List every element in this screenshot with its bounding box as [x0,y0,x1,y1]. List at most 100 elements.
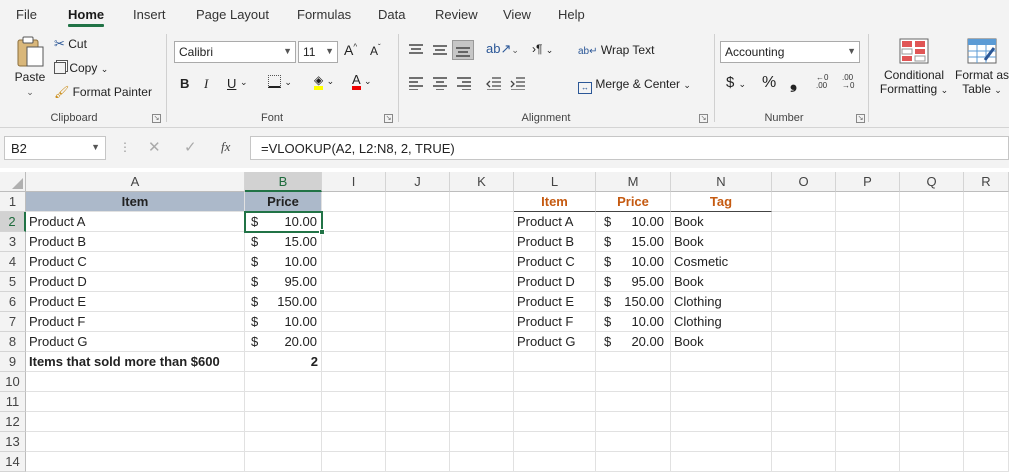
lookup-row-price[interactable]: $10.00 [596,212,671,232]
font-color-button[interactable]: A ⌄ [352,73,372,90]
orientation-icon[interactable]: ab↗⌄ [486,41,519,57]
empty-cell[interactable] [386,192,450,212]
align-top-icon[interactable] [408,43,424,57]
increase-font-icon[interactable]: A^ [344,42,357,58]
empty-cell[interactable] [245,432,322,452]
empty-cell[interactable] [671,352,772,372]
tab-home[interactable]: Home [68,7,105,27]
row-header-13[interactable]: 13 [0,432,26,452]
row-header-11[interactable]: 11 [0,392,26,412]
paste-dropdown-icon[interactable]: ⌄ [26,87,34,97]
select-all-corner[interactable] [0,172,26,192]
number-format-select[interactable]: Accounting ▼ [720,41,860,63]
tab-page-layout[interactable]: Page Layout [196,7,269,22]
empty-cell[interactable] [836,252,900,272]
lookup-row-item[interactable]: Product A [514,212,596,232]
percent-button[interactable]: % [762,74,776,92]
decrease-indent-icon[interactable] [486,76,502,90]
bold-button[interactable]: B [180,76,189,91]
empty-cell[interactable] [514,352,596,372]
empty-cell[interactable] [964,272,1009,292]
decrease-font-icon[interactable]: Aˇ [370,43,381,58]
empty-cell[interactable] [836,332,900,352]
empty-cell[interactable] [386,332,450,352]
empty-cell[interactable] [596,392,671,412]
cancel-icon[interactable]: ✕ [148,138,161,156]
tab-data[interactable]: Data [378,7,405,22]
empty-cell[interactable] [900,192,964,212]
copy-button[interactable]: Copy ⌄ [54,61,108,75]
lookup-row-tag[interactable]: Cosmetic [671,252,772,272]
lookup-row-item[interactable]: Product B [514,232,596,252]
empty-cell[interactable] [772,332,836,352]
empty-cell[interactable] [836,352,900,372]
text-direction-icon[interactable]: ›¶ ⌄ [532,42,553,56]
empty-cell[interactable] [514,412,596,432]
lookup-row-tag[interactable]: Book [671,212,772,232]
tab-view[interactable]: View [503,7,531,22]
empty-cell[interactable] [322,252,386,272]
row-header-1[interactable]: 1 [0,192,26,212]
row-header-2[interactable]: 2 [0,212,26,232]
row-header-10[interactable]: 10 [0,372,26,392]
empty-cell[interactable] [772,432,836,452]
row-header-6[interactable]: 6 [0,292,26,312]
row-header-3[interactable]: 3 [0,232,26,252]
empty-cell[interactable] [964,352,1009,372]
empty-cell[interactable] [900,272,964,292]
empty-cell[interactable] [245,372,322,392]
empty-cell[interactable] [964,192,1009,212]
empty-cell[interactable] [900,432,964,452]
empty-cell[interactable] [450,212,514,232]
lookup-row-item[interactable]: Product G [514,332,596,352]
merge-center-button[interactable]: ↔ Merge & Center ⌄ [578,77,691,94]
column-header-n[interactable]: N [671,172,772,192]
empty-cell[interactable] [386,292,450,312]
empty-cell[interactable] [386,212,450,232]
merge-dropdown-icon[interactable]: ⌄ [683,80,691,90]
empty-cell[interactable] [322,292,386,312]
table-row-item[interactable]: Product F [26,312,245,332]
empty-cell[interactable] [836,392,900,412]
empty-cell[interactable] [836,232,900,252]
empty-cell[interactable] [245,452,322,472]
empty-cell[interactable] [386,392,450,412]
tab-formulas[interactable]: Formulas [297,7,351,22]
empty-cell[interactable] [386,252,450,272]
empty-cell[interactable] [900,212,964,232]
empty-cell[interactable] [450,252,514,272]
cell-b9[interactable]: 2 [245,352,322,372]
enter-check-icon[interactable]: ✓ [184,138,197,156]
table-row-price[interactable]: $10.00 [245,252,322,272]
empty-cell[interactable] [900,332,964,352]
empty-cell[interactable] [900,372,964,392]
empty-cell[interactable] [322,192,386,212]
table-row-item[interactable]: Product A [26,212,245,232]
empty-cell[interactable] [964,372,1009,392]
empty-cell[interactable] [386,352,450,372]
empty-cell[interactable] [514,432,596,452]
lookup-row-tag[interactable]: Clothing [671,292,772,312]
lookup-row-tag[interactable]: Book [671,272,772,292]
alignment-launcher-icon[interactable]: ↘ [699,114,708,123]
column-header-p[interactable]: P [836,172,900,192]
empty-cell[interactable] [322,212,386,232]
copy-dropdown-icon[interactable]: ⌄ [101,64,109,74]
row-header-4[interactable]: 4 [0,252,26,272]
empty-cell[interactable] [450,412,514,432]
lookup-row-item[interactable]: Product E [514,292,596,312]
column-header-m[interactable]: M [596,172,671,192]
lookup-row-price[interactable]: $10.00 [596,252,671,272]
empty-cell[interactable] [596,352,671,372]
empty-cell[interactable] [450,372,514,392]
table-row-price[interactable]: $15.00 [245,232,322,252]
empty-cell[interactable] [450,332,514,352]
empty-cell[interactable] [964,432,1009,452]
empty-cell[interactable] [900,292,964,312]
align-right-icon[interactable] [456,76,472,90]
table-row-item[interactable]: Product D [26,272,245,292]
row-header-14[interactable]: 14 [0,452,26,472]
empty-cell[interactable] [964,292,1009,312]
empty-cell[interactable] [26,452,245,472]
empty-cell[interactable] [596,412,671,432]
